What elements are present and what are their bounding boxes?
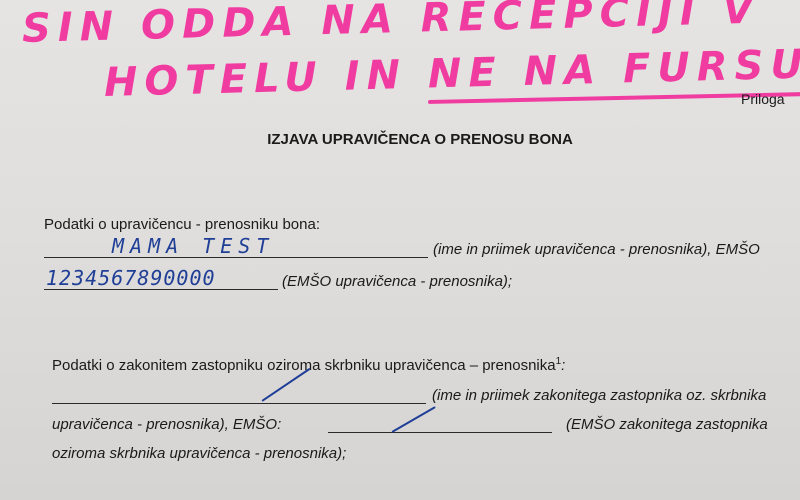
handwritten-note-line-1: SIN ODDA NA RECEPCIJI V: [21, 0, 762, 52]
representative-emso-label: (EMŠO zakonitega zastopnika: [566, 416, 768, 433]
beneficiary-emso-value: 1234567890000: [46, 266, 216, 290]
document-title: IZJAVA UPRAVIČENCA O PRENOSU BONA: [267, 131, 573, 148]
strike-mark: [391, 406, 436, 433]
representative-line2-prefix: upravičenca - prenosnika), EMŠO:: [52, 416, 282, 433]
representative-emso-line: [328, 432, 552, 433]
representative-name-line: [52, 403, 426, 404]
attachment-label: Priloga: [741, 91, 785, 107]
beneficiary-name-value: MAMA TEST: [112, 234, 275, 258]
representative-heading: Podatki o zakonitem zastopniku oziroma s…: [52, 356, 565, 374]
representative-name-label: (ime in priimek zakonitega zastopnika oz…: [432, 387, 767, 404]
beneficiary-emso-label: (EMŠO upravičenca - prenosnika);: [282, 273, 513, 290]
representative-line3: oziroma skrbnika upravičenca - prenosnik…: [52, 445, 347, 462]
representative-heading-suffix: :: [561, 357, 566, 374]
beneficiary-name-label: (ime in priimek upravičenca - prenosnika…: [433, 241, 760, 258]
document-page: SIN ODDA NA RECEPCIJI V HOTELU IN NE NA …: [0, 0, 800, 500]
beneficiary-heading: Podatki o upravičencu - prenosniku bona:: [44, 216, 321, 233]
